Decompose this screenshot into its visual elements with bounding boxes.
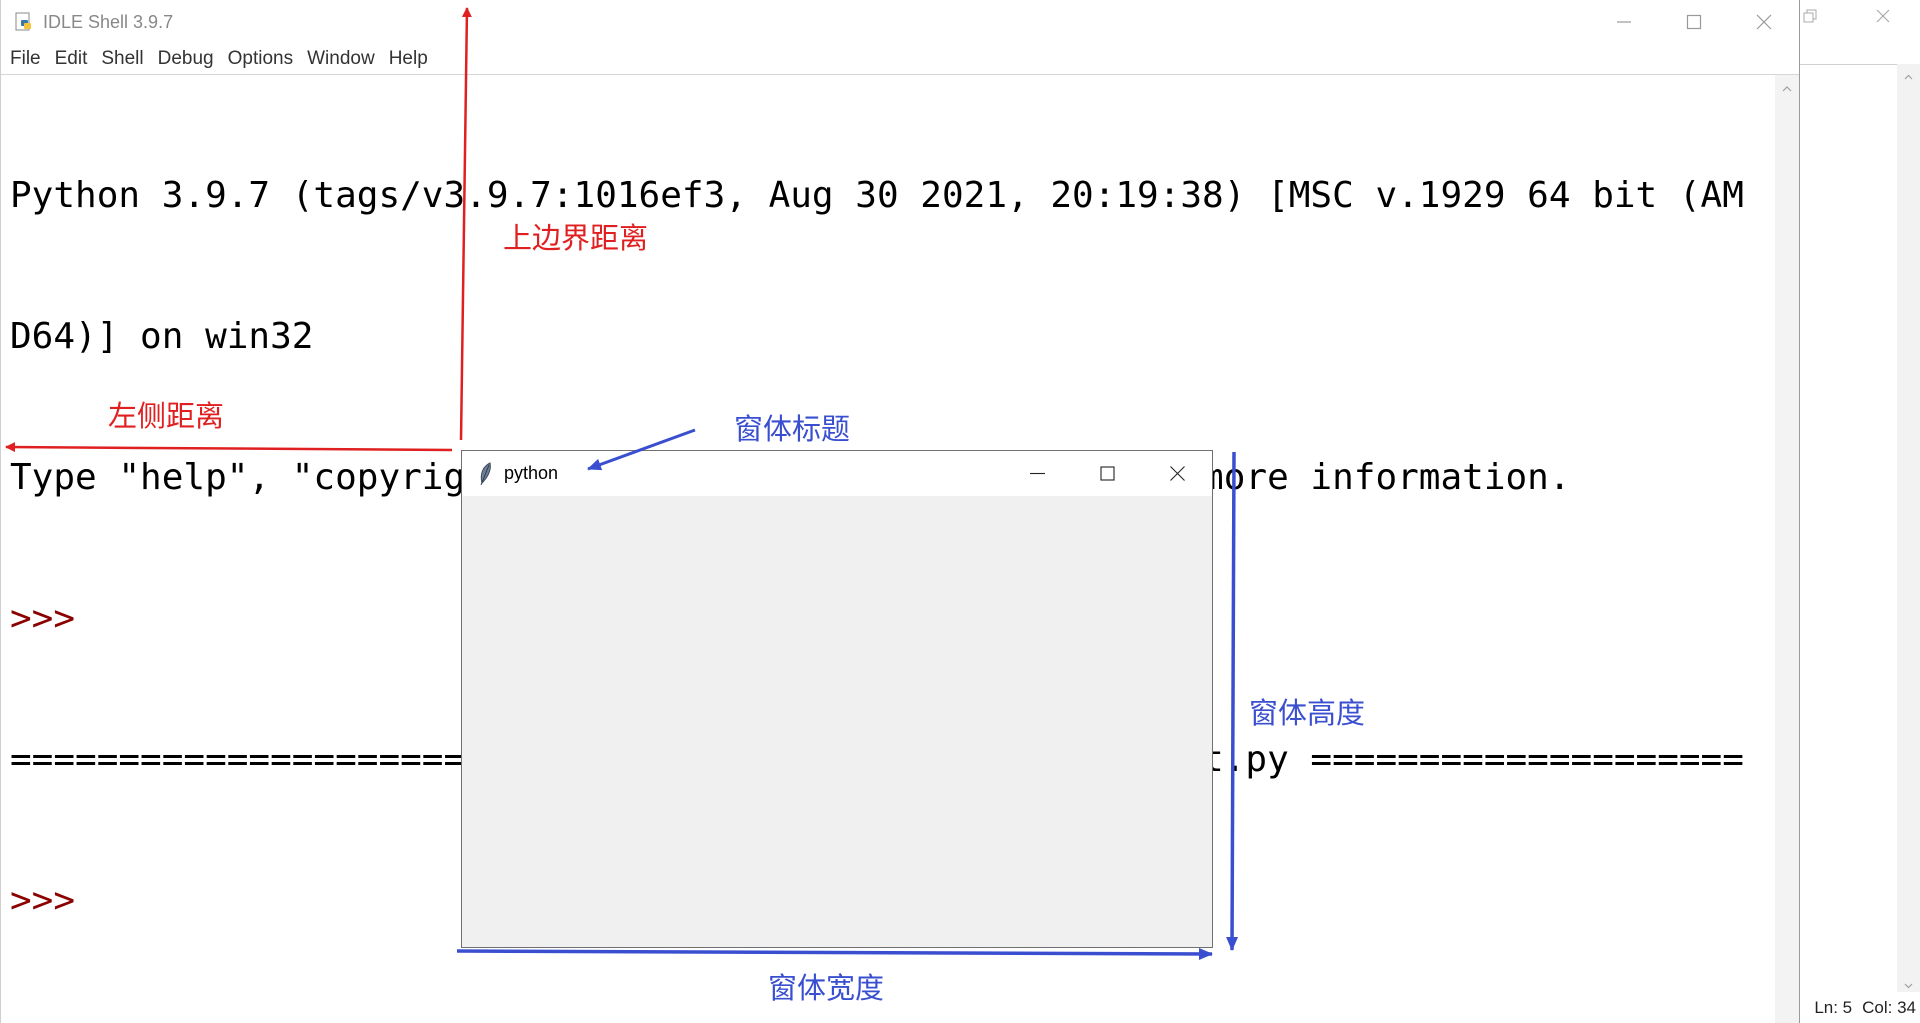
- window-height-label: 窗体高度: [1249, 696, 1366, 730]
- maximize-button[interactable]: [1659, 0, 1729, 44]
- left-distance-label: 左侧距离: [108, 399, 225, 433]
- close-icon[interactable]: [1875, 8, 1891, 24]
- window-width-label: 窗体宽度: [768, 971, 885, 1005]
- editor-scrollbar[interactable]: [1897, 64, 1920, 999]
- divider: [1800, 64, 1897, 65]
- scroll-down-arrow-icon[interactable]: [1903, 980, 1914, 991]
- tk-window: python: [461, 450, 1213, 948]
- menu-file[interactable]: File: [1, 48, 48, 70]
- python-idle-icon: [15, 12, 31, 31]
- menubar: File Edit Shell Debug Options Window Hel…: [1, 44, 1799, 74]
- close-icon: [1169, 466, 1185, 481]
- tk-window-controls: [1002, 451, 1212, 496]
- window-controls: [1589, 0, 1799, 44]
- vertical-scrollbar[interactable]: [1775, 75, 1799, 1023]
- idle-titlebar[interactable]: IDLE Shell 3.9.7: [1, 0, 1799, 44]
- menu-debug[interactable]: Debug: [151, 48, 221, 70]
- maximize-icon: [1099, 466, 1115, 481]
- maximize-icon: [1686, 14, 1702, 30]
- status-bar: Ln: 5 Col: 34: [1800, 992, 1920, 1023]
- minimize-icon: [1617, 21, 1631, 23]
- menu-edit[interactable]: Edit: [48, 48, 95, 70]
- top-distance-label: 上边界距离: [503, 221, 649, 255]
- status-column: Col: 34: [1862, 997, 1916, 1017]
- tk-minimize-button[interactable]: [1002, 451, 1072, 496]
- close-icon: [1756, 14, 1772, 30]
- menu-window[interactable]: Window: [300, 48, 382, 70]
- restore-icon[interactable]: [1802, 8, 1818, 24]
- tk-client-area[interactable]: [462, 496, 1212, 947]
- menu-options[interactable]: Options: [221, 48, 300, 70]
- menu-shell[interactable]: Shell: [94, 48, 150, 70]
- menubar-divider: [1, 74, 1799, 75]
- shell-line: D64)] on win32: [10, 316, 314, 357]
- tk-maximize-button[interactable]: [1072, 451, 1142, 496]
- tk-window-title: python: [504, 463, 559, 483]
- minimize-button[interactable]: [1589, 0, 1659, 44]
- tk-close-button[interactable]: [1142, 451, 1212, 496]
- status-line: Ln: 5: [1814, 997, 1853, 1017]
- tk-titlebar[interactable]: python: [462, 451, 1212, 496]
- window-title: IDLE Shell 3.9.7: [43, 11, 174, 32]
- scroll-up-arrow-icon[interactable]: [1903, 72, 1914, 83]
- window-title-label: 窗体标题: [734, 412, 851, 446]
- shell-line: Python 3.9.7 (tags/v3.9.7:1016ef3, Aug 3…: [10, 175, 1744, 216]
- close-button[interactable]: [1729, 0, 1799, 44]
- tk-feather-icon: [480, 461, 491, 485]
- scroll-up-arrow-icon[interactable]: [1781, 83, 1793, 95]
- menu-help[interactable]: Help: [382, 48, 435, 70]
- minimize-icon: [1029, 472, 1045, 475]
